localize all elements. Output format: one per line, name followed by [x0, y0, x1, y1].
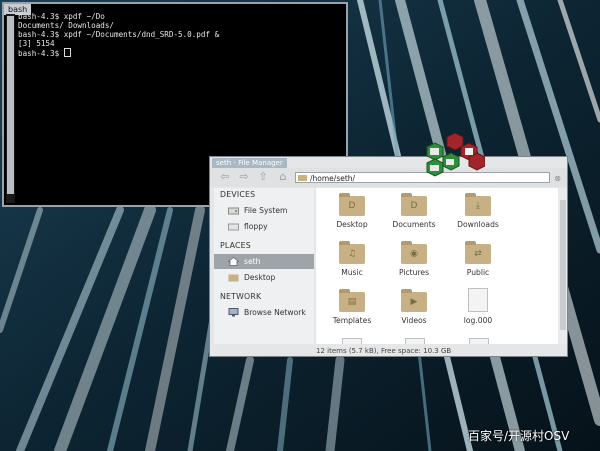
status-bar: 12 items (5.7 kB), Free space: 10.3 GB: [316, 347, 452, 355]
terminal-line: bash-4.3$ xpdf ~/Documents/dnd_SRD-5.0.p…: [18, 30, 220, 39]
file-item-label: Downloads: [457, 220, 499, 229]
terminal-line: Documents/ Downloads/: [18, 21, 115, 30]
folder-icon: ♫: [339, 241, 365, 264]
file-item-label: Music: [341, 268, 363, 277]
hard-drive-icon: [228, 207, 239, 215]
location-path: /home/seth/: [310, 174, 356, 183]
location-bar[interactable]: /home/seth/ ⊗: [295, 172, 561, 183]
hexagon-dock-widget[interactable]: [425, 132, 486, 183]
folder-icon: [298, 175, 307, 181]
file-item-public[interactable]: ⇄ Public: [448, 241, 508, 277]
file-view-scrollbar-thumb[interactable]: [560, 200, 566, 330]
terminal-scrollbar[interactable]: [6, 14, 15, 203]
sidebar-heading-places: PLACES: [220, 241, 251, 250]
sidebar-item-label: floppy: [244, 222, 268, 231]
floppy-icon: [228, 223, 239, 231]
sidebar-item-label: File System: [244, 206, 288, 215]
sidebar-item-desktop[interactable]: Desktop: [214, 270, 314, 285]
file-item-label: Templates: [332, 316, 372, 325]
sidebar-heading-devices: DEVICES: [220, 190, 256, 199]
file-view[interactable]: D Desktop D Documents ⤓ Downloads ♫ Musi…: [316, 188, 558, 344]
sidebar-item-label: seth: [244, 257, 261, 266]
file-item-desktop[interactable]: D Desktop: [322, 193, 382, 229]
clear-location-icon[interactable]: ⊗: [554, 173, 561, 184]
file-item-label: log.000: [463, 316, 493, 325]
file-item-label: Documents: [392, 220, 436, 229]
folder-icon: D: [401, 193, 427, 216]
desktop-folder-icon: [228, 274, 239, 282]
terminal-scrollbar-thumb[interactable]: [7, 16, 14, 194]
up-arrow-icon[interactable]: ⇧: [256, 171, 270, 183]
sidebar-item-label: Desktop: [244, 273, 276, 282]
folder-icon: ⤓: [465, 193, 491, 216]
file-item-label: Public: [466, 268, 490, 277]
folder-icon: D: [339, 193, 365, 216]
terminal-line: bash-4.3$ xpdf ~/Do: [18, 12, 105, 21]
text-cursor: [63, 48, 71, 57]
folder-icon: ▶: [401, 289, 427, 312]
file-item-label: Videos: [401, 316, 427, 325]
sidebar: DEVICES File System floppy PLACES seth D…: [214, 188, 314, 344]
file-item-log[interactable]: log.000: [448, 288, 508, 325]
file-item-templates[interactable]: ▤ Templates: [322, 289, 382, 325]
terminal-prompt-line: bash-4.3$: [18, 48, 342, 58]
terminal-line: [3] 5154: [18, 39, 55, 48]
text-file-icon: [405, 338, 425, 344]
text-file-icon: [468, 288, 488, 312]
sidebar-item-label: Browse Network: [244, 308, 306, 317]
back-arrow-icon[interactable]: ⇦: [218, 171, 232, 183]
sidebar-item-floppy[interactable]: floppy: [214, 219, 314, 234]
file-manager-toolbar: ⇦ ⇨ ⇧ ⌂ /home/seth/ ⊗: [210, 168, 567, 187]
text-file-icon: [342, 338, 362, 344]
file-item-label: Desktop: [336, 220, 368, 229]
file-item-label: Pictures: [398, 268, 430, 277]
file-item-downloads[interactable]: ⤓ Downloads: [448, 193, 508, 229]
home-icon[interactable]: ⌂: [276, 171, 290, 183]
sidebar-item-seth[interactable]: seth: [214, 254, 314, 269]
terminal-output[interactable]: bash-4.3$ xpdf ~/Do Documents/ Downloads/…: [18, 12, 342, 58]
watermark-text: 百家号/开源村OSV: [468, 429, 570, 443]
file-item-music[interactable]: ♫ Music: [322, 241, 382, 277]
folder-icon: ⇄: [465, 241, 491, 264]
network-icon: [228, 308, 239, 317]
file-item-videos[interactable]: ▶ Videos: [384, 289, 444, 325]
home-icon: [228, 257, 239, 266]
file-manager-window[interactable]: seth - File Manager ⇦ ⇨ ⇧ ⌂ /home/seth/ …: [209, 156, 568, 357]
folder-icon: ◉: [401, 241, 427, 264]
file-item-pictures[interactable]: ◉ Pictures: [384, 241, 444, 277]
text-file-icon: [469, 338, 489, 344]
sidebar-item-browse-network[interactable]: Browse Network: [214, 305, 314, 320]
terminal-prompt: bash-4.3$: [18, 49, 64, 58]
sidebar-item-file-system[interactable]: File System: [214, 203, 314, 218]
sidebar-heading-network: NETWORK: [220, 292, 262, 301]
file-view-scrollbar[interactable]: [559, 188, 567, 344]
forward-arrow-icon[interactable]: ⇨: [237, 171, 251, 183]
file-manager-title[interactable]: seth - File Manager: [212, 158, 287, 168]
file-item-documents[interactable]: D Documents: [384, 193, 444, 229]
folder-icon: ▤: [339, 289, 365, 312]
